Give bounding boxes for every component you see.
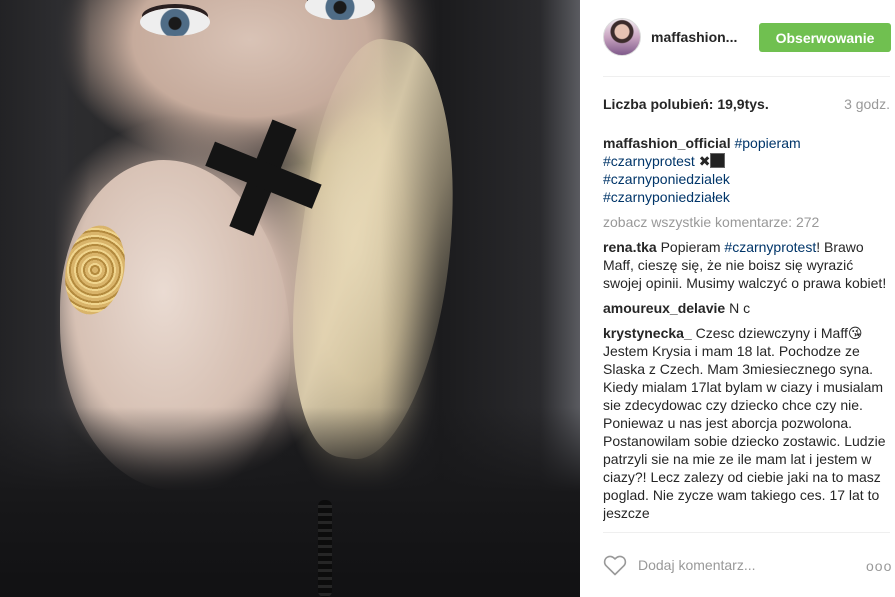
- post-time[interactable]: 3 godz.: [844, 96, 890, 112]
- caption-username[interactable]: maffashion_official: [603, 135, 731, 151]
- comment-username[interactable]: krystynecka_: [603, 325, 692, 341]
- comment-text: Czesc dziewczyny i Maff😘 Jestem Krysia i…: [603, 325, 886, 521]
- header-divider: [603, 76, 890, 77]
- more-options-icon[interactable]: ooo: [866, 558, 892, 574]
- hoodie-cord: [318, 500, 332, 597]
- comment-username[interactable]: amoureux_delavie: [603, 300, 725, 316]
- follow-button[interactable]: Obserwowanie: [759, 23, 891, 52]
- post-photo[interactable]: [0, 0, 580, 597]
- left-eye: [140, 8, 210, 36]
- black-hoodie: [0, 407, 580, 597]
- comments-list[interactable]: maffashion_official #popieram #czarnypro…: [603, 134, 893, 531]
- right-eye: [305, 0, 375, 20]
- view-all-comments-link[interactable]: zobacz wszystkie komentarze: 272: [603, 213, 893, 231]
- likes-count[interactable]: Liczba polubień: 19,9tys.: [603, 96, 769, 112]
- caption: maffashion_official #popieram #czarnypro…: [603, 134, 893, 206]
- comment-item: krystynecka_ Czesc dziewczyny i Maff😘 Je…: [603, 324, 893, 522]
- hashtag-link[interactable]: #czarnyponiedziałek: [603, 189, 730, 205]
- hashtag-link[interactable]: #czarnyprotest: [724, 239, 816, 255]
- comment-item: rena.tka Popieram #czarnyprotest! Brawo …: [603, 238, 893, 292]
- post-sidebar: maffashion... Obserwowanie Liczba polubi…: [580, 0, 895, 597]
- hashtag-link[interactable]: #popieram: [734, 135, 800, 151]
- comment-text: Popieram: [660, 239, 725, 255]
- comment-username[interactable]: rena.tka: [603, 239, 657, 255]
- comment-item: amoureux_delavie N c: [603, 299, 893, 317]
- add-comment-input[interactable]: [638, 555, 838, 575]
- cross-emoji-icon: ✖: [698, 153, 711, 169]
- hashtag-link[interactable]: #czarnyprotest: [603, 153, 695, 169]
- comment-text: N c: [729, 300, 751, 316]
- black-square-icon: [710, 153, 726, 168]
- likes-row: Liczba polubień: 19,9tys. 3 godz.: [603, 96, 890, 112]
- avatar[interactable]: [603, 18, 641, 56]
- post-header: maffashion... Obserwowanie: [603, 17, 893, 57]
- footer-divider: [603, 532, 890, 533]
- heart-icon[interactable]: [603, 554, 627, 576]
- hashtag-link[interactable]: #czarnyponiedzialek: [603, 171, 730, 187]
- author-username[interactable]: maffashion...: [651, 29, 751, 45]
